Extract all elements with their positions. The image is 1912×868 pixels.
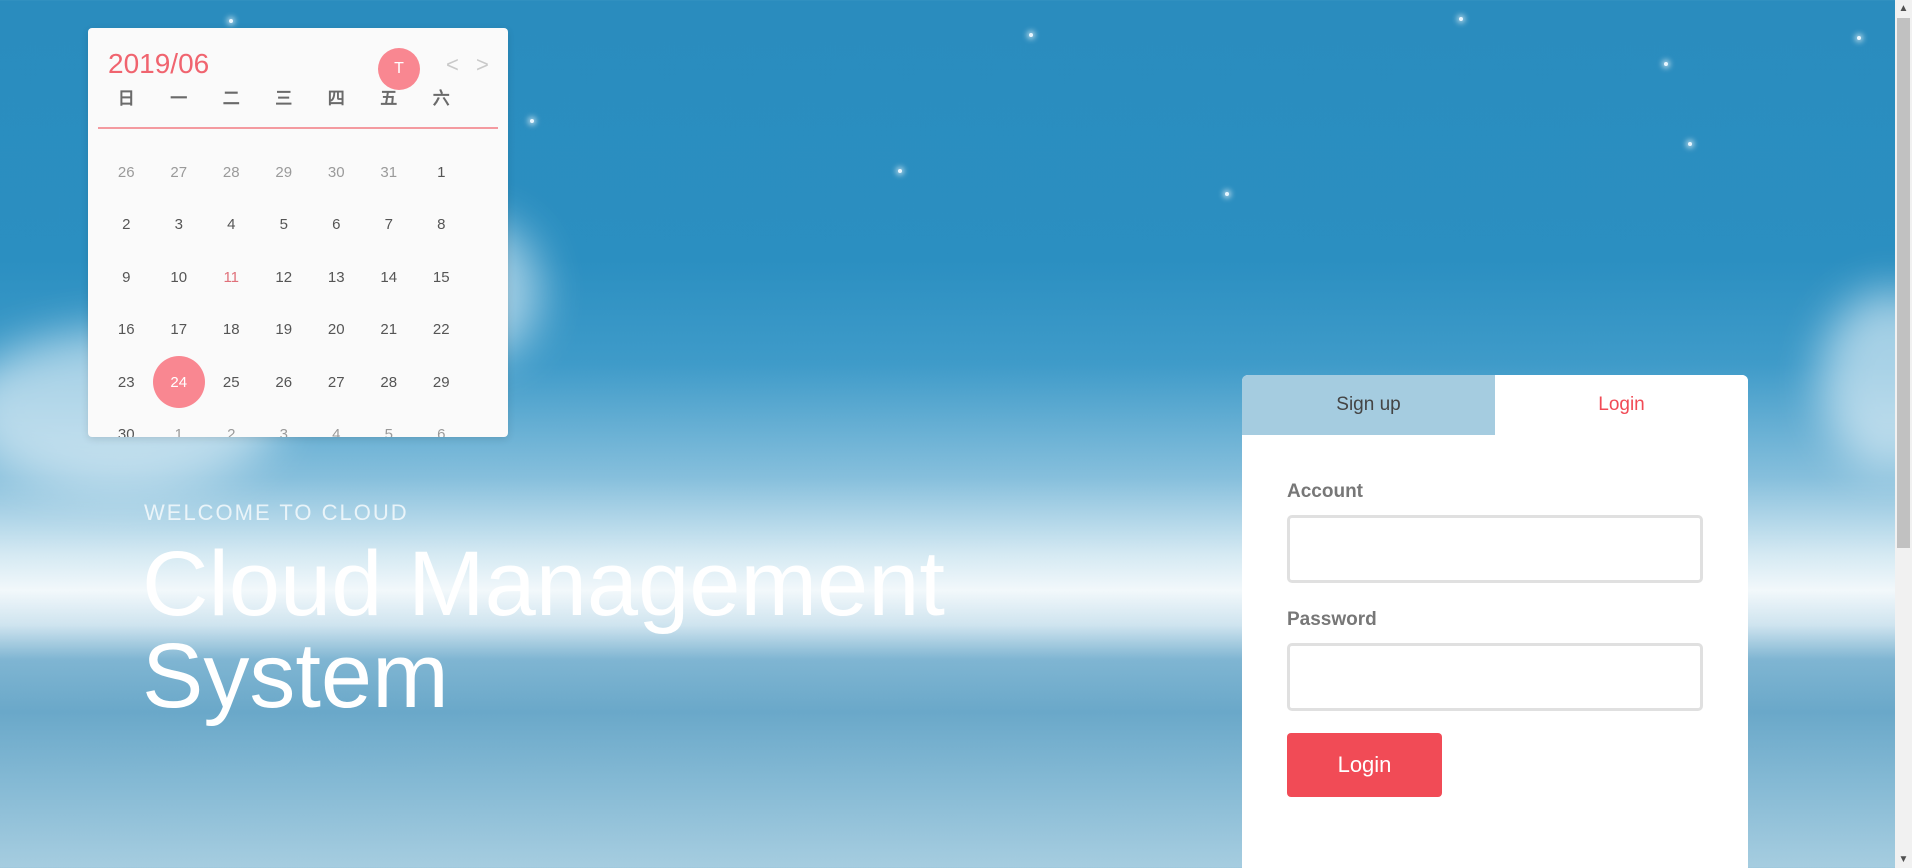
star-decoration [1857, 36, 1861, 40]
calendar-day[interactable]: 11 [205, 251, 258, 304]
scroll-down-arrow-icon[interactable]: ▼ [1895, 851, 1912, 868]
calendar-day[interactable]: 10 [153, 251, 206, 304]
scrollbar-thumb[interactable] [1897, 18, 1910, 548]
calendar-day[interactable]: 8 [415, 199, 468, 252]
weekday-label: 日 [117, 89, 135, 108]
calendar-day[interactable]: 15 [415, 251, 468, 304]
star-decoration [530, 119, 534, 123]
calendar-day[interactable]: 3 [153, 199, 206, 252]
calendar-day[interactable]: 30 [310, 146, 363, 199]
tab-signup[interactable]: Sign up [1242, 375, 1495, 435]
star-decoration [1688, 142, 1692, 146]
login-button[interactable]: Login [1287, 733, 1442, 797]
calendar-divider [98, 127, 498, 129]
calendar-day[interactable]: 27 [153, 146, 206, 199]
prev-month-button[interactable]: < [446, 52, 459, 78]
calendar-day-selected[interactable]: 24 [152, 356, 206, 409]
weekday-label: 一 [170, 89, 188, 108]
calendar-day[interactable]: 30 [100, 409, 153, 437]
auth-panel: Sign up Login Account Password Login [1242, 375, 1748, 868]
page-scrollbar[interactable]: ▲ ▼ [1895, 0, 1912, 868]
calendar-day[interactable]: 22 [415, 304, 468, 357]
weekday-label: 五 [380, 89, 398, 108]
calendar-day[interactable]: 16 [100, 304, 153, 357]
calendar-day[interactable]: 9 [100, 251, 153, 304]
calendar-day[interactable]: 25 [205, 356, 258, 409]
calendar-day[interactable]: 5 [363, 409, 416, 437]
calendar-weekday-header: 日 一 二 三 四 五 六 [100, 84, 470, 109]
weekday-label: 二 [222, 89, 240, 108]
login-form: Account Password Login [1242, 435, 1748, 797]
calendar-day[interactable]: 6 [415, 409, 468, 437]
calendar-day[interactable]: 19 [258, 304, 311, 357]
password-label: Password [1287, 609, 1377, 630]
calendar-month-title: 2019/06 [108, 48, 210, 79]
calendar-day[interactable]: 5 [258, 199, 311, 252]
page-title: Cloud Management System [142, 533, 945, 727]
calendar-day[interactable]: 6 [310, 199, 363, 252]
star-decoration [1225, 192, 1229, 196]
calendar-day[interactable]: 14 [363, 251, 416, 304]
welcome-subtitle: WELCOME TO CLOUD [144, 500, 409, 525]
calendar-day[interactable]: 29 [415, 356, 468, 409]
password-input[interactable] [1287, 643, 1703, 711]
calendar-widget: 2019/06 T < > 日 一 二 三 四 五 六 26 27 28 29 … [88, 28, 508, 437]
calendar-day[interactable]: 2 [205, 409, 258, 437]
calendar-day[interactable]: 13 [310, 251, 363, 304]
star-decoration [229, 19, 233, 23]
calendar-day[interactable]: 2 [100, 199, 153, 252]
calendar-day[interactable]: 26 [258, 356, 311, 409]
weekday-label: 三 [275, 89, 293, 108]
calendar-day[interactable]: 1 [153, 409, 206, 437]
star-decoration [1664, 62, 1668, 66]
calendar-day[interactable]: 23 [100, 356, 153, 409]
account-input[interactable] [1287, 515, 1703, 583]
calendar-day-grid: 26 27 28 29 30 31 1 2 3 4 5 6 7 8 9 10 1… [100, 146, 470, 437]
calendar-day[interactable]: 28 [363, 356, 416, 409]
account-label: Account [1287, 481, 1363, 502]
calendar-day[interactable]: 17 [153, 304, 206, 357]
calendar-day[interactable]: 29 [258, 146, 311, 199]
calendar-day[interactable]: 4 [310, 409, 363, 437]
calendar-day[interactable]: 28 [205, 146, 258, 199]
calendar-day[interactable]: 1 [415, 146, 468, 199]
weekday-label: 六 [432, 89, 450, 108]
calendar-day[interactable]: 27 [310, 356, 363, 409]
calendar-day[interactable]: 7 [363, 199, 416, 252]
scroll-up-arrow-icon[interactable]: ▲ [1895, 0, 1912, 17]
calendar-day[interactable]: 18 [205, 304, 258, 357]
next-month-button[interactable]: > [476, 52, 489, 78]
calendar-day[interactable]: 4 [205, 199, 258, 252]
calendar-day[interactable]: 3 [258, 409, 311, 437]
calendar-day[interactable]: 20 [310, 304, 363, 357]
tab-login[interactable]: Login [1495, 375, 1748, 435]
calendar-day[interactable]: 31 [363, 146, 416, 199]
calendar-day[interactable]: 12 [258, 251, 311, 304]
star-decoration [898, 169, 902, 173]
auth-tabs: Sign up Login [1242, 375, 1748, 435]
calendar-day[interactable]: 26 [100, 146, 153, 199]
star-decoration [1029, 33, 1033, 37]
calendar-day[interactable]: 21 [363, 304, 416, 357]
weekday-label: 四 [327, 89, 345, 108]
star-decoration [1459, 17, 1463, 21]
